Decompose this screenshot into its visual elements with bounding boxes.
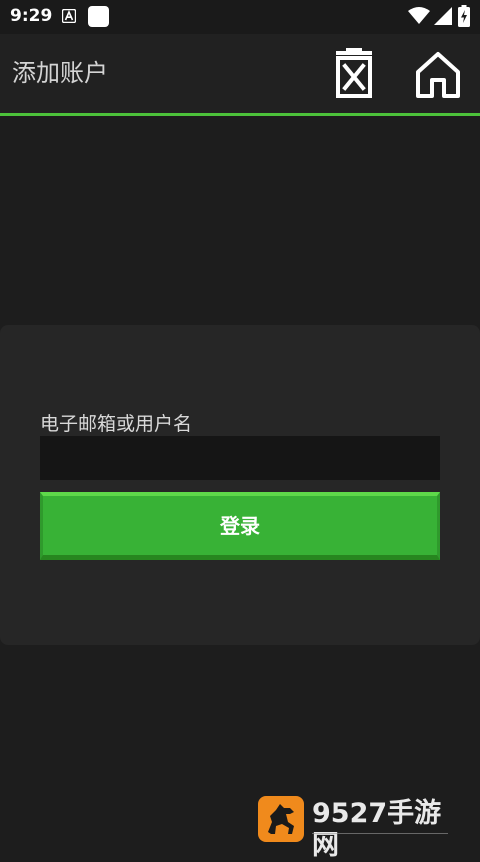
watermark: 9527手游网 — [258, 796, 458, 861]
email-or-username-field[interactable] — [40, 436, 440, 480]
delete-button[interactable] — [330, 48, 378, 102]
a-notification-icon — [62, 9, 76, 23]
status-bar: 9:29 — [0, 0, 480, 34]
cell-signal-icon — [434, 7, 452, 25]
status-time: 9:29 — [10, 6, 53, 26]
horse-logo-icon — [258, 796, 304, 842]
app-bar-divider — [0, 113, 480, 116]
login-button[interactable]: 登录 — [40, 492, 440, 560]
page-title: 添加账户 — [12, 59, 108, 87]
watermark-text: 9527手游网 — [312, 798, 442, 861]
app-bar: 添加账户 — [0, 34, 480, 113]
email-field-label: 电子邮箱或用户名 — [40, 413, 193, 435]
home-icon — [416, 52, 460, 98]
watermark-underline — [312, 833, 448, 834]
app-square-icon — [88, 6, 109, 27]
home-button[interactable] — [412, 48, 464, 102]
login-card: 电子邮箱或用户名 登录 — [0, 325, 480, 645]
battery-charging-icon — [458, 5, 470, 27]
delete-icon — [336, 48, 372, 98]
wifi-icon — [408, 7, 430, 24]
